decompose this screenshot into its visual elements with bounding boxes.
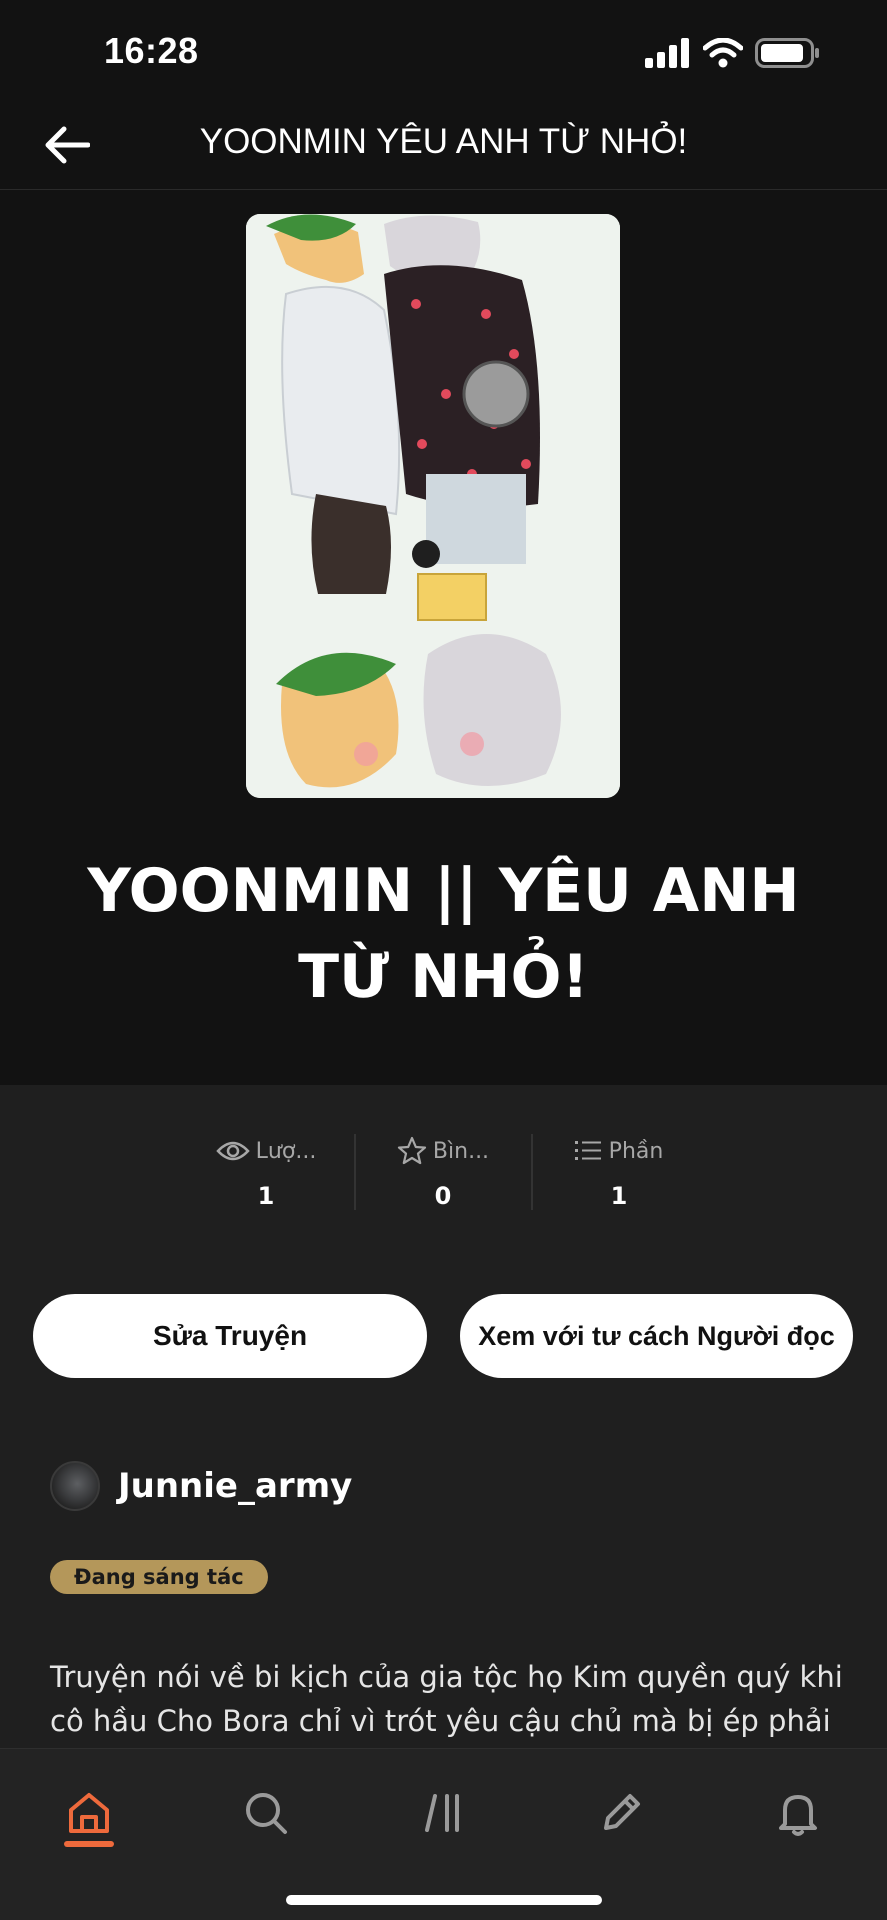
stat-reads: Lượ... 1	[196, 1130, 336, 1210]
active-tab-indicator	[64, 1841, 114, 1847]
search-icon	[246, 1793, 287, 1834]
bell-icon	[779, 1795, 817, 1836]
stat-reads-value: 1	[257, 1182, 275, 1210]
pencil-icon	[604, 1794, 640, 1830]
avatar[interactable]	[50, 1461, 100, 1511]
arrow-left-icon	[45, 126, 90, 164]
page-title: YOONMIN YÊU ANH TỪ NHỎ!	[199, 122, 688, 161]
story-cover-image[interactable]	[246, 214, 620, 798]
wifi-icon	[703, 38, 743, 68]
edit-story-button[interactable]: Sửa Truyện	[33, 1294, 427, 1378]
stats-divider	[354, 1134, 356, 1210]
story-title-line-2: TỪ NHỎ!	[298, 942, 589, 1012]
library-icon	[425, 1794, 459, 1832]
story-title-line-1: YOONMIN || YÊU ANH	[87, 856, 800, 926]
stat-parts: Phần 1	[549, 1130, 689, 1210]
status-badge: Đang sáng tác	[50, 1560, 268, 1594]
stat-parts-value: 1	[610, 1182, 628, 1210]
status-time: 16:28	[104, 30, 199, 71]
stat-votes-label: Bìn...	[432, 1138, 490, 1164]
battery-icon	[755, 38, 819, 68]
view-as-reader-button[interactable]: Xem với tư cách Người đọc	[460, 1294, 853, 1378]
home-icon	[69, 1793, 109, 1833]
stats-divider	[531, 1134, 533, 1210]
eye-icon	[215, 1141, 250, 1161]
signal-icon	[645, 38, 689, 68]
back-button[interactable]	[44, 120, 104, 170]
bottom-tab-bar	[0, 1748, 887, 1920]
list-icon	[574, 1141, 601, 1160]
tab-library[interactable]	[404, 1773, 484, 1853]
author-row[interactable]: Junnie_army	[50, 1460, 352, 1512]
story-stats: Lượ... 1 Bìn... 0 Phần 1	[0, 1130, 887, 1214]
home-indicator[interactable]	[286, 1895, 602, 1905]
tab-write[interactable]	[581, 1773, 661, 1853]
story-title: YOONMIN || YÊU ANH TỪ NHỎ!	[60, 848, 827, 1020]
author-name[interactable]: Junnie_army	[118, 1466, 352, 1506]
stat-parts-label: Phần	[608, 1138, 664, 1164]
stat-votes: Bìn... 0	[373, 1130, 513, 1210]
top-nav-bar: YOONMIN YÊU ANH TỪ NHỎ!	[0, 100, 887, 190]
status-bar: 16:28	[0, 0, 887, 100]
star-icon	[397, 1136, 427, 1165]
stat-reads-label: Lượ...	[255, 1138, 317, 1164]
status-icons	[645, 36, 821, 70]
cover-illustration	[246, 214, 620, 798]
tab-search[interactable]	[226, 1773, 306, 1853]
tab-notifications[interactable]	[758, 1773, 838, 1853]
stat-votes-value: 0	[434, 1182, 452, 1210]
